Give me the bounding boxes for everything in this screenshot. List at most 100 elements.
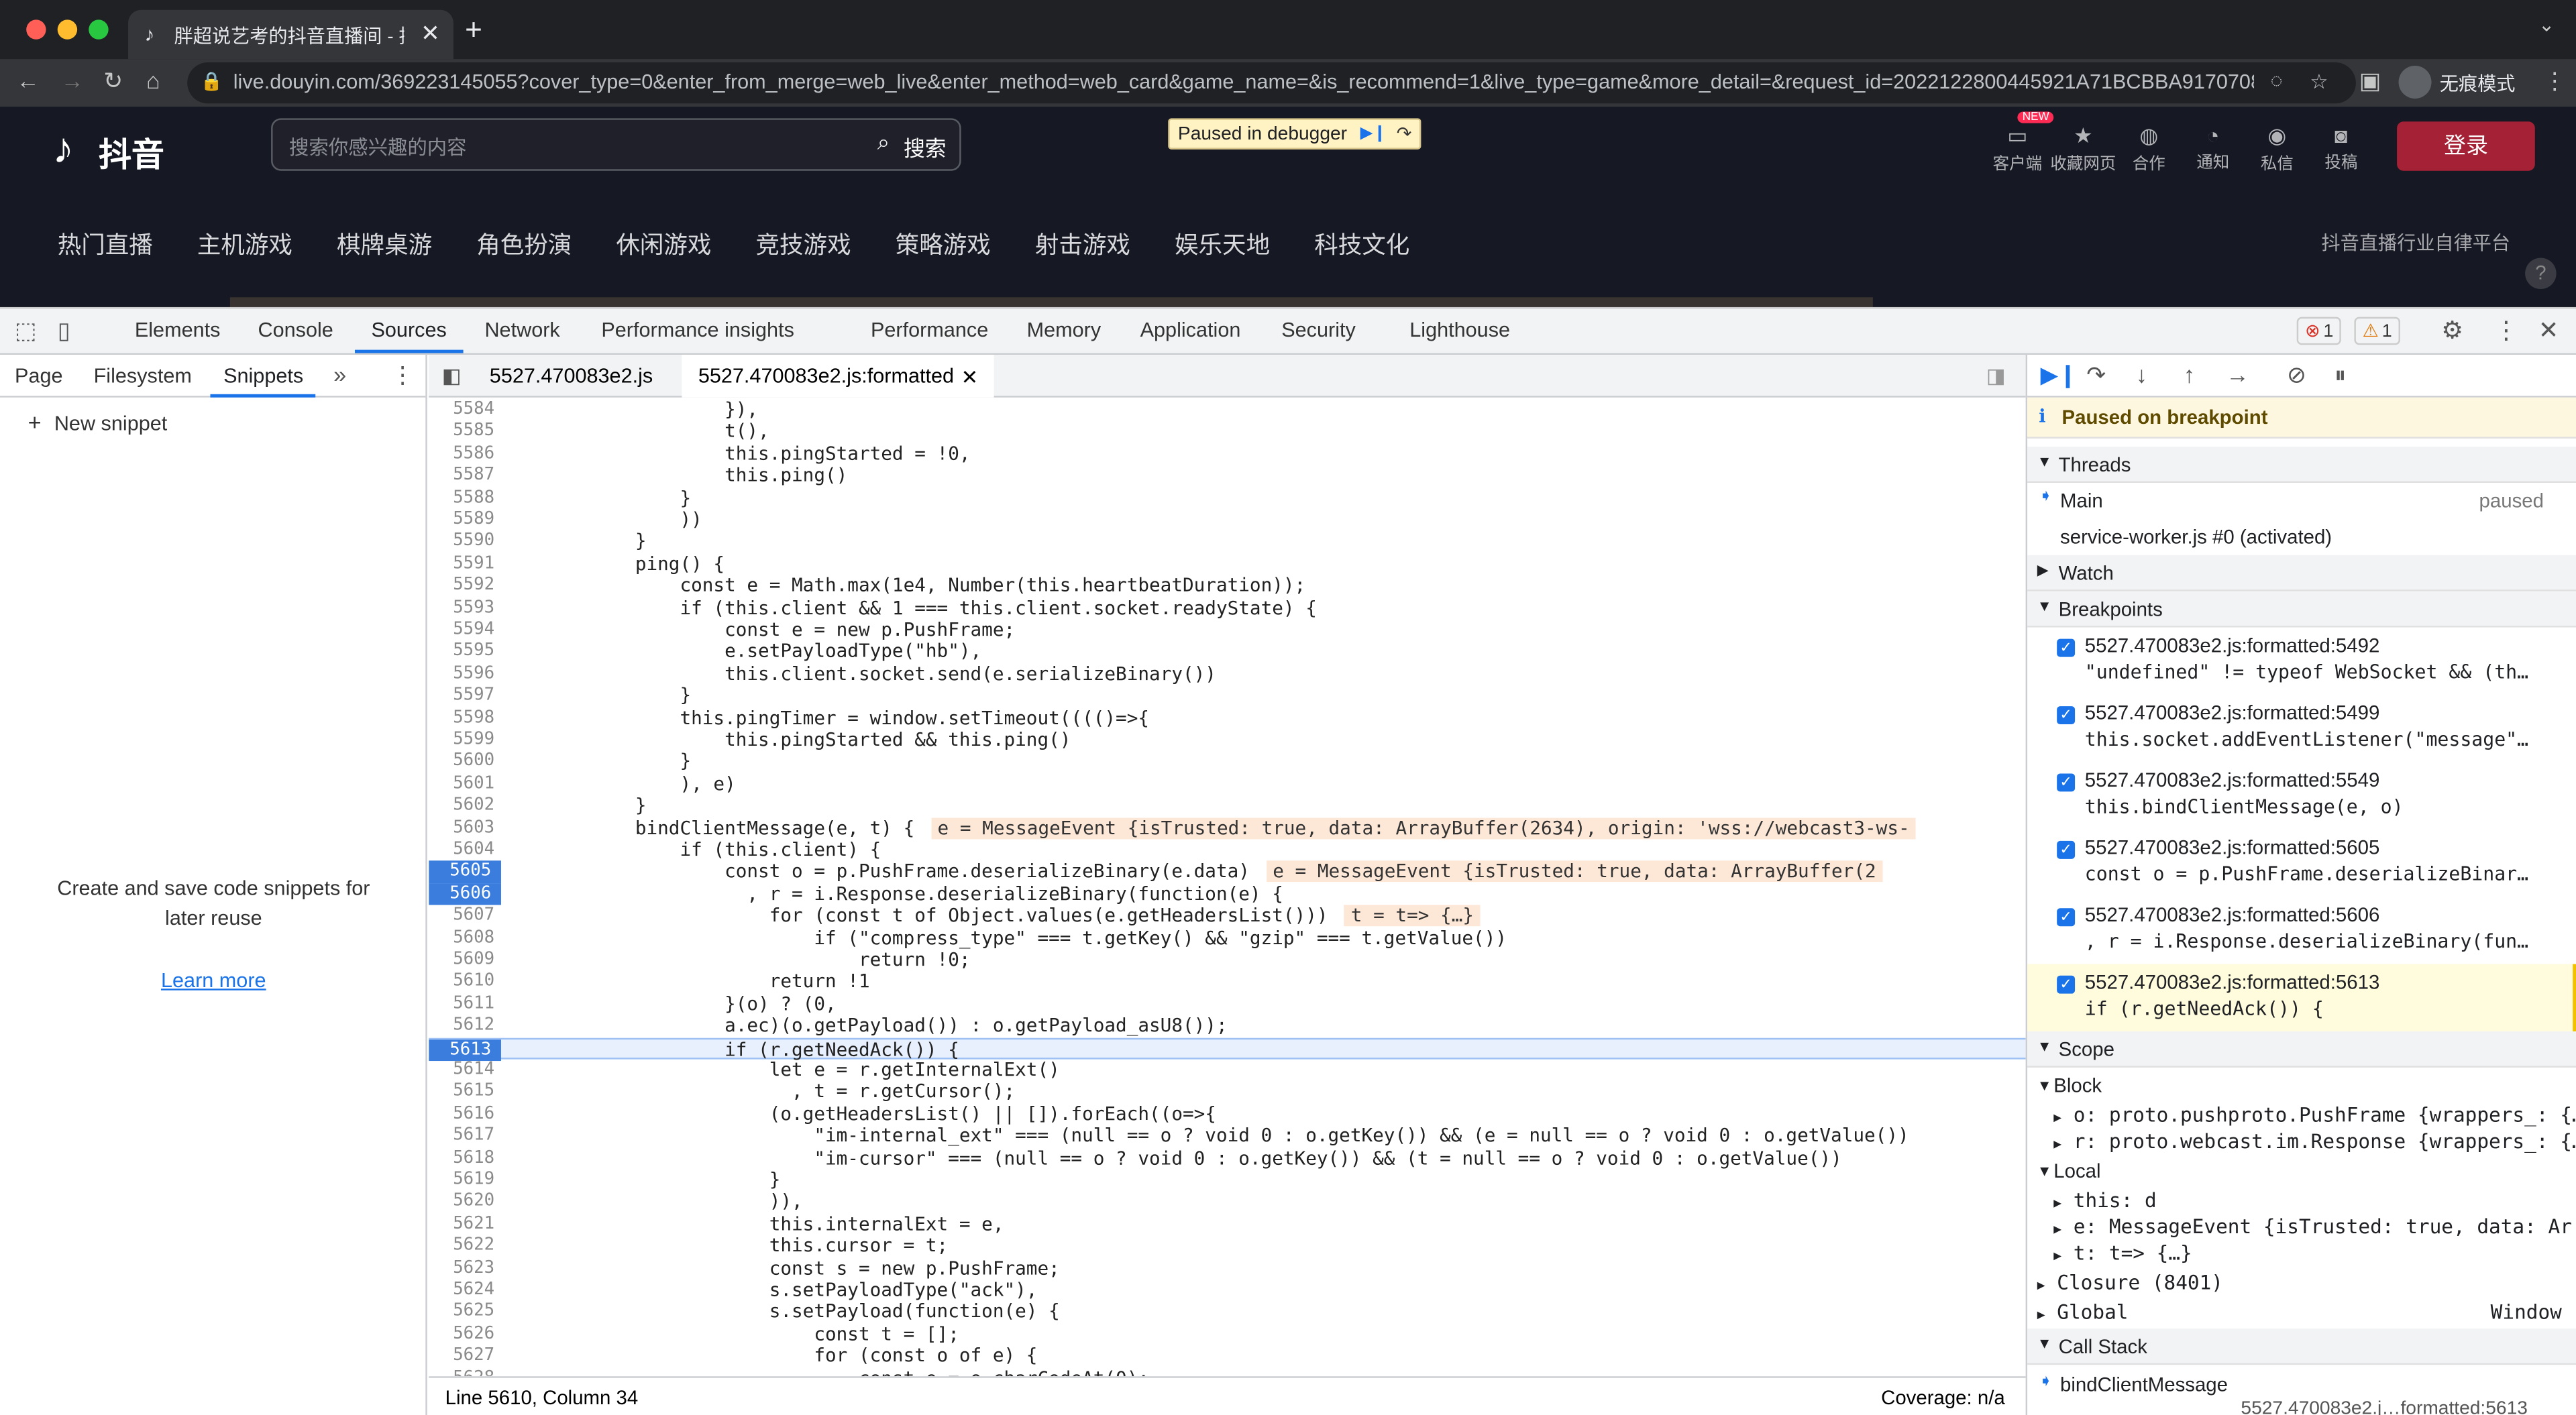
block-expand-icon[interactable]: ▼: [2037, 1078, 2052, 1094]
forward-icon[interactable]: →: [61, 67, 84, 93]
favorite-icon[interactable]: ★ 收藏网页: [2050, 123, 2116, 174]
search-input[interactable]: 搜索你感兴趣的内容: [289, 133, 467, 161]
tab-memory[interactable]: Memory: [1027, 319, 1102, 341]
line-number[interactable]: 5612: [429, 1015, 494, 1037]
code-line[interactable]: 5622 this.cursor = t;: [429, 1235, 2025, 1257]
tab-performance[interactable]: Performance: [871, 319, 988, 341]
breakpoints-section-header[interactable]: ▼ Breakpoints: [2027, 591, 2576, 628]
line-number[interactable]: 5614: [429, 1060, 494, 1082]
line-number[interactable]: 5594: [429, 619, 494, 641]
toggle-debugger-icon[interactable]: ◨: [1986, 363, 2006, 388]
line-number[interactable]: 5628: [429, 1367, 494, 1376]
tab-security[interactable]: Security: [1281, 319, 1356, 341]
scope-section-header[interactable]: ▼ Scope: [2027, 1031, 2576, 1068]
thread-service-worker[interactable]: service-worker.js #0 (activated): [2027, 519, 2576, 555]
code-line[interactable]: 5603 bindClientMessage(e, t) {e = Messag…: [429, 817, 2025, 840]
line-number[interactable]: 5599: [429, 729, 494, 751]
code-line[interactable]: 5592 const e = Math.max(1e4, Number(this…: [429, 575, 2025, 598]
breakpoint-checkbox[interactable]: ✓: [2057, 706, 2076, 725]
nav-console-games[interactable]: 主机游戏: [197, 227, 292, 261]
callstack-section-header[interactable]: ▼ Call Stack: [2027, 1328, 2576, 1365]
code-line[interactable]: 5586 this.pingStarted = !0,: [429, 443, 2025, 465]
breakpoint-item[interactable]: ✓ 5527.470083e2.js:formatted:5492 "undefin…: [2027, 628, 2576, 695]
code-line[interactable]: 5604 if (this.client) {: [429, 839, 2025, 861]
home-icon[interactable]: ⌂: [146, 67, 160, 93]
tab-close-icon[interactable]: ✕: [421, 19, 440, 48]
maximize-window-dot[interactable]: [89, 19, 109, 40]
step-button-icon[interactable]: →: [2226, 361, 2249, 388]
new-snippet-button[interactable]: New snippet: [54, 412, 167, 435]
line-number[interactable]: 5617: [429, 1125, 494, 1147]
line-number[interactable]: 5597: [429, 685, 494, 708]
breakpoint-checkbox[interactable]: ✓: [2057, 840, 2076, 859]
code-line[interactable]: 5624 s.setPayloadType("ack"),: [429, 1280, 2025, 1302]
nav-tab-filesystem[interactable]: Filesystem: [94, 365, 192, 388]
code-line[interactable]: 5606 , r = i.Response.deserializeBinary(…: [429, 883, 2025, 905]
code-line[interactable]: 5598 this.pingTimer = window.setTimeout(…: [429, 708, 2025, 730]
inspect-element-icon[interactable]: ⬚: [15, 317, 36, 345]
search-box[interactable]: 搜索你感兴趣的内容 ⌕ 搜索: [271, 118, 961, 171]
reload-icon[interactable]: ↻: [103, 67, 123, 95]
nav-tab-page[interactable]: Page: [15, 365, 63, 388]
more-options-icon[interactable]: ⋮: [2494, 315, 2519, 345]
local-expand-icon[interactable]: ▼: [2037, 1163, 2052, 1179]
line-number[interactable]: 5601: [429, 773, 494, 795]
code-line[interactable]: 5587 this.ping(): [429, 465, 2025, 488]
line-number[interactable]: 5619: [429, 1170, 494, 1192]
breakpoint-gutter[interactable]: 5613: [429, 1039, 501, 1062]
breakpoint-checkbox[interactable]: ✓: [2057, 908, 2076, 927]
line-number[interactable]: 5584: [429, 399, 494, 421]
thread-main[interactable]: ➧ Main paused: [2027, 483, 2576, 519]
line-number[interactable]: 5596: [429, 663, 494, 685]
scope-var-r[interactable]: r: proto.webcast.im.Response {wrappers_:…: [2074, 1130, 2576, 1153]
code-line[interactable]: 5595 e.setPayloadType("hb"),: [429, 641, 2025, 663]
self-regulation-link[interactable]: 抖音直播行业自律平台: [2321, 230, 2510, 256]
scope-var-o[interactable]: o: proto.pushproto.PushFrame {wrappers_:…: [2074, 1104, 2576, 1127]
code-line[interactable]: 5618 "im-cursor" === (null == o ? void 0…: [429, 1147, 2025, 1170]
tab-lighthouse[interactable]: Lighthouse: [1409, 319, 1510, 341]
tab-network[interactable]: Network: [484, 319, 559, 341]
nav-entertainment[interactable]: 娱乐天地: [1175, 227, 1270, 261]
tab-application[interactable]: Application: [1140, 319, 1241, 341]
tab-sources[interactable]: Sources: [371, 319, 446, 341]
line-number[interactable]: 5610: [429, 971, 494, 993]
toggle-navigator-icon[interactable]: ◧: [442, 363, 462, 388]
line-number[interactable]: 5616: [429, 1103, 494, 1125]
nav-shooter[interactable]: 射击游戏: [1035, 227, 1130, 261]
breakpoint-checkbox[interactable]: ✓: [2057, 773, 2076, 792]
breakpoint-item[interactable]: ✓ 5527.470083e2.js:formatted:5605 const o …: [2027, 830, 2576, 897]
code-line[interactable]: 5590 }: [429, 531, 2025, 553]
nav-strategy[interactable]: 策略游戏: [896, 227, 991, 261]
tab-elements[interactable]: Elements: [135, 319, 221, 341]
line-number[interactable]: 5620: [429, 1191, 494, 1213]
file-tab-formatted[interactable]: 5527.470083e2.js:formatted ✕: [682, 354, 994, 398]
code-line[interactable]: 5610 return !1: [429, 971, 2025, 993]
breakpoint-item[interactable]: ✓ 5527.470083e2.js:formatted:5549 this.bin…: [2027, 762, 2576, 829]
code-line[interactable]: 5585 t(),: [429, 421, 2025, 443]
nav-competitive[interactable]: 竞技游戏: [756, 227, 851, 261]
line-number[interactable]: 5600: [429, 751, 494, 773]
breakpoint-item[interactable]: ✓ 5527.470083e2.js:formatted:5606, r = i.…: [2027, 897, 2576, 964]
line-number[interactable]: 5609: [429, 950, 494, 972]
line-number[interactable]: 5623: [429, 1257, 494, 1280]
code-line[interactable]: 5584 }),: [429, 399, 2025, 421]
scope-global[interactable]: Global: [2057, 1301, 2128, 1324]
line-number[interactable]: 5598: [429, 708, 494, 730]
code-line[interactable]: 5616 (o.getHeadersList() || []).forEach(…: [429, 1103, 2025, 1125]
address-bar[interactable]: 🔒 live.douyin.com/369223145055?cover_typ…: [187, 62, 2356, 104]
close-window-dot[interactable]: [26, 19, 46, 40]
tab-console[interactable]: Console: [258, 319, 333, 341]
scope-var-e[interactable]: e: MessageEvent {isTrusted: true, data: …: [2074, 1215, 2572, 1238]
line-number[interactable]: 5625: [429, 1302, 494, 1324]
line-number[interactable]: 5587: [429, 465, 494, 488]
code-line[interactable]: 5625 s.setPayload(function(e) {: [429, 1302, 2025, 1324]
code-line[interactable]: 5593 if (this.client && 1 === this.clien…: [429, 597, 2025, 619]
more-tabs-icon[interactable]: »: [333, 361, 346, 388]
side-panel-icon[interactable]: ▣: [2359, 67, 2381, 95]
code-line[interactable]: 5614 let e = r.getInternalExt(): [429, 1060, 2025, 1082]
plus-icon[interactable]: +: [28, 409, 42, 435]
breakpoint-gutter[interactable]: 5606: [429, 883, 501, 905]
code-line[interactable]: 5608 if ("compress_type" === t.getKey() …: [429, 927, 2025, 950]
navigator-menu-icon[interactable]: ⋮: [391, 361, 414, 390]
minimize-window-dot[interactable]: [57, 19, 78, 40]
